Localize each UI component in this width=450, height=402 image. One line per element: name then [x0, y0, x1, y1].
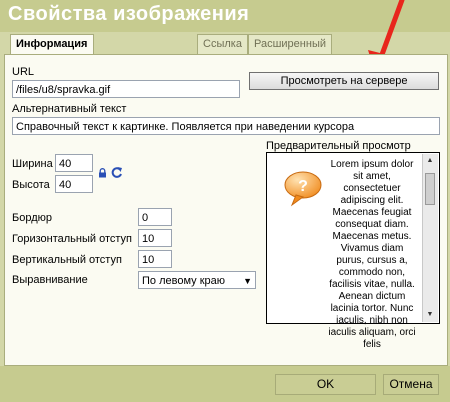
svg-text:?: ?	[298, 178, 308, 195]
preview-label: Предварительный просмотр	[266, 140, 411, 152]
tab-advanced[interactable]: Расширенный	[248, 34, 332, 54]
chevron-down-icon: ▼	[243, 276, 252, 286]
cancel-button[interactable]: Отмена	[383, 374, 439, 395]
align-label: Выравнивание	[12, 274, 88, 286]
vspace-field[interactable]: 10	[138, 250, 172, 268]
browse-server-button[interactable]: Просмотреть на сервере	[249, 72, 439, 90]
ok-button[interactable]: OK	[275, 374, 376, 395]
align-select-value: По левому краю	[142, 275, 225, 287]
border-field[interactable]: 0	[138, 208, 172, 226]
tab-link[interactable]: Ссылка	[197, 34, 248, 54]
hspace-label: Горизонтальный отступ	[12, 233, 132, 245]
width-field[interactable]: 40	[55, 154, 93, 172]
alt-text-field[interactable]: Справочный текст к картинке. Появляется …	[12, 117, 440, 135]
scroll-thumb[interactable]	[425, 173, 435, 205]
preview-scrollbar[interactable]: ▲ ▼	[422, 154, 438, 322]
hspace-field[interactable]: 10	[138, 229, 172, 247]
dialog-title: Свойства изображения	[8, 3, 250, 25]
scroll-up-arrow-icon[interactable]: ▲	[425, 156, 435, 166]
alt-text-label: Альтернативный текст	[12, 103, 127, 115]
height-label: Высота	[12, 179, 50, 191]
lock-icon[interactable]	[98, 168, 107, 178]
height-field[interactable]: 40	[55, 175, 93, 193]
url-field[interactable]: /files/u8/spravka.gif	[12, 80, 240, 98]
dialog-footer: OK Отмена	[0, 366, 450, 402]
align-select[interactable]: По левому краю ▼	[138, 271, 256, 289]
border-label: Бордюр	[12, 212, 52, 224]
preview-text: Lorem ipsum dolor sit amet, consectetuer…	[328, 159, 416, 350]
url-label: URL	[12, 66, 35, 78]
vspace-label: Вертикальный отступ	[12, 254, 122, 266]
preview-box: ? Lorem ipsum dolor sit amet, consectetu…	[266, 152, 440, 350]
tab-image-info[interactable]: Информация о изображении	[10, 34, 95, 88]
width-label: Ширина	[12, 158, 53, 170]
scroll-down-arrow-icon[interactable]: ▼	[425, 310, 435, 320]
speech-bubble-question-icon: ?	[284, 171, 322, 207]
reset-size-icon[interactable]	[110, 166, 123, 179]
